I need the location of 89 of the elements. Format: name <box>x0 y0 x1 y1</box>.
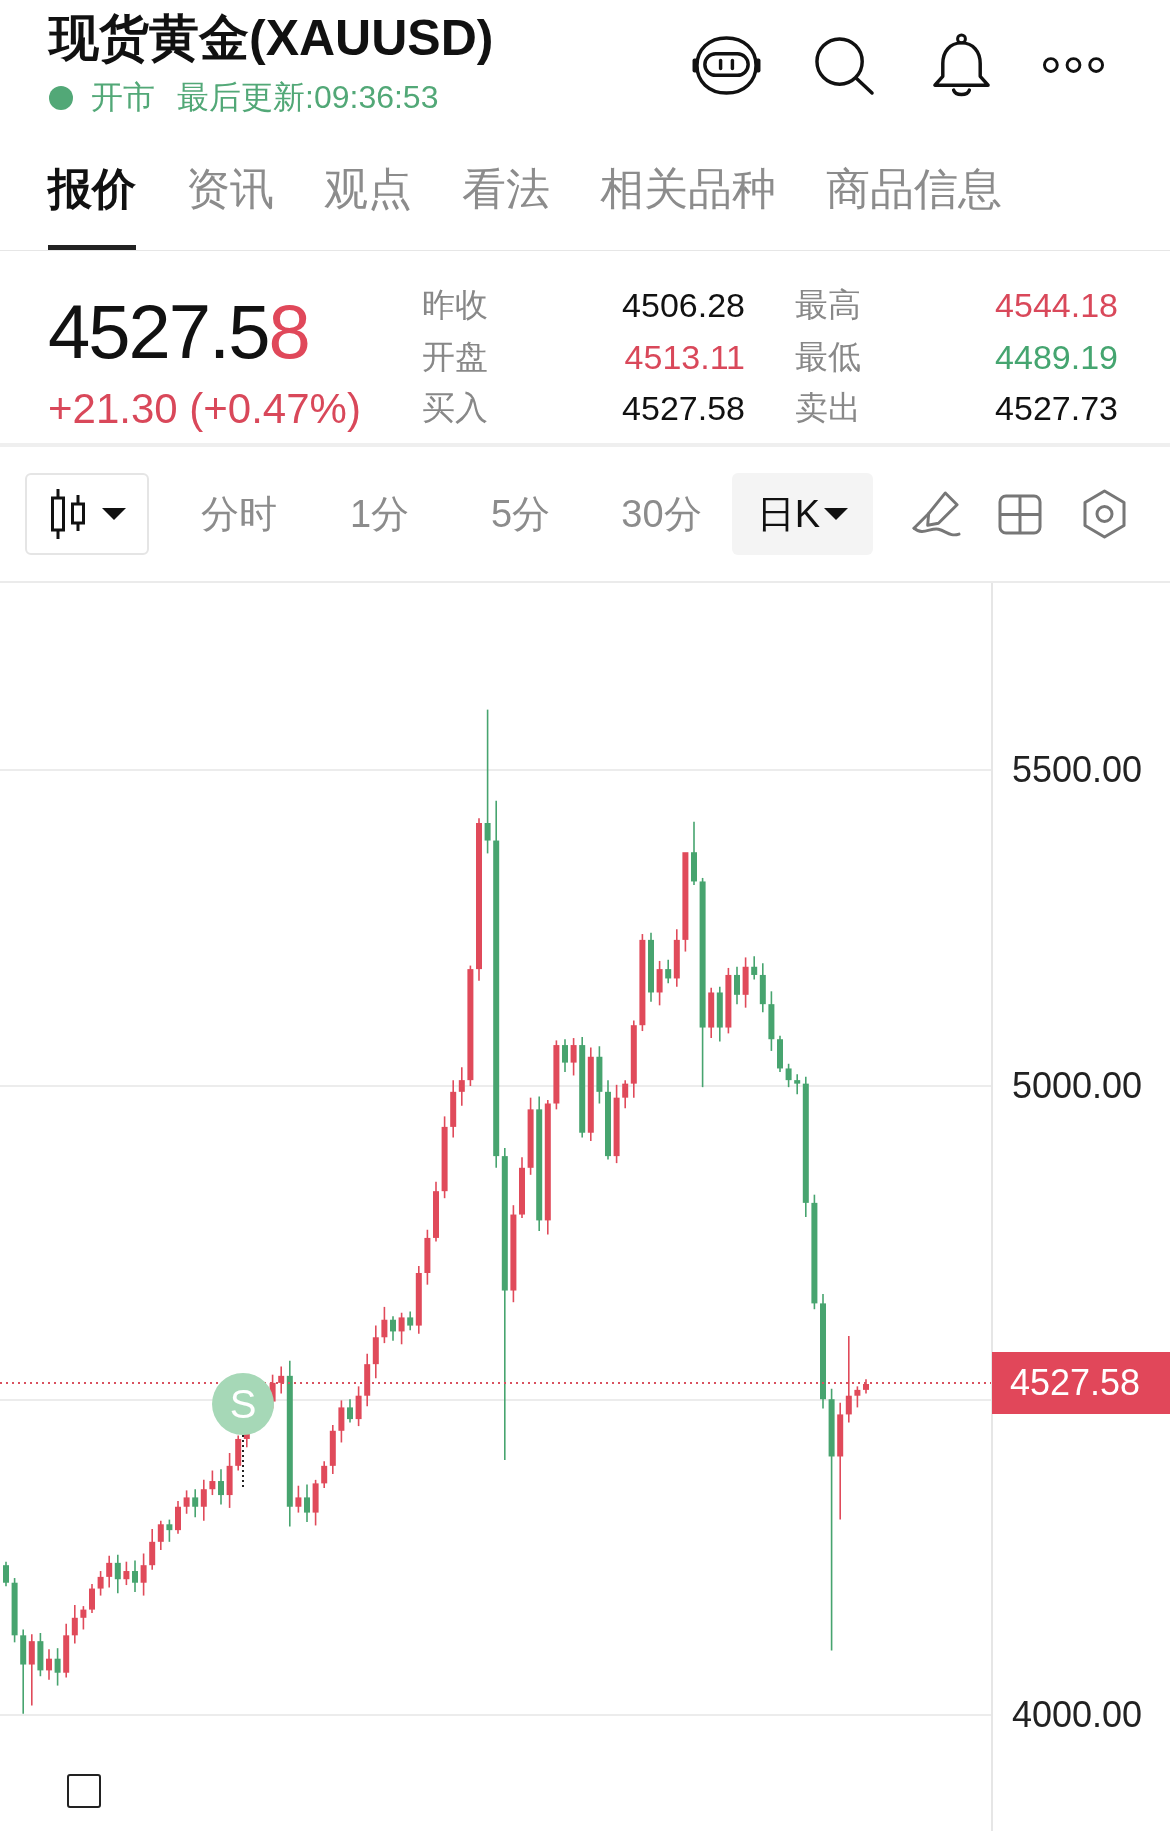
stat-value: 4527.73 <box>995 389 1118 429</box>
search-icon[interactable] <box>813 34 876 96</box>
candle <box>218 1468 224 1506</box>
stat-value: 4506.28 <box>622 286 745 326</box>
square-icon[interactable] <box>67 1774 101 1808</box>
candle <box>166 1518 173 1543</box>
grid-icon[interactable] <box>998 493 1042 535</box>
section-tab[interactable]: 商品信息 <box>826 130 1002 250</box>
candle <box>295 1484 302 1514</box>
section-tab[interactable]: 资讯 <box>186 130 274 250</box>
period-tab[interactable]: 日K <box>732 473 873 555</box>
candle <box>226 1452 233 1509</box>
candle <box>54 1647 61 1687</box>
section-tab[interactable]: 观点 <box>324 130 412 250</box>
candle <box>519 1156 525 1219</box>
stat-label: 买入 <box>422 388 488 429</box>
axis-label: 5000.00 <box>1012 1065 1143 1107</box>
candle <box>381 1306 388 1344</box>
candle <box>132 1559 138 1593</box>
stat-label: 最低 <box>795 336 861 377</box>
drawing-tool-icon[interactable] <box>911 489 962 539</box>
candle <box>742 956 749 1009</box>
candle <box>175 1500 181 1535</box>
candle <box>123 1560 130 1586</box>
current-price-tag: 4527.58 <box>992 1352 1170 1414</box>
period-tab[interactable]: 5分 <box>450 473 591 555</box>
candle <box>691 821 697 886</box>
price-change: +21.30 (+0.47%) <box>48 386 361 432</box>
candle <box>140 1552 147 1597</box>
axis-label: 4000.00 <box>1012 1694 1143 1736</box>
candle <box>777 1034 783 1073</box>
candle <box>3 1560 9 1588</box>
candle <box>183 1489 190 1515</box>
candle <box>656 960 663 1007</box>
candle <box>424 1228 431 1286</box>
stat-value: 4527.58 <box>622 389 745 429</box>
period-tab[interactable]: 1分 <box>309 473 450 555</box>
candle <box>768 990 775 1052</box>
candle <box>390 1315 396 1342</box>
candle <box>209 1469 216 1496</box>
candle <box>89 1583 95 1614</box>
stat-value: 4544.18 <box>995 286 1118 326</box>
stat-label: 开盘 <box>422 336 488 377</box>
last-update-time: 最后更新:09:36:53 <box>177 78 439 117</box>
candle <box>570 1037 577 1077</box>
candle <box>785 1063 792 1088</box>
stat-label: 最高 <box>795 285 861 326</box>
caret-icon <box>102 508 126 520</box>
robot-icon[interactable] <box>691 33 762 97</box>
candle <box>338 1399 345 1444</box>
candle <box>80 1605 87 1631</box>
signal-marker: S <box>212 1373 274 1435</box>
candle <box>37 1632 44 1678</box>
section-tab[interactable]: 看法 <box>462 130 550 250</box>
candle <box>398 1311 405 1346</box>
candle <box>46 1648 52 1681</box>
candle <box>312 1479 319 1527</box>
candle <box>725 967 732 1035</box>
stat-value: 4513.11 <box>624 337 745 377</box>
more-icon[interactable] <box>1042 56 1105 74</box>
candle <box>97 1570 104 1597</box>
stat-value: 4489.19 <box>995 337 1118 377</box>
candle <box>648 932 654 1003</box>
period-tab[interactable]: 30分 <box>591 473 732 555</box>
candle <box>433 1181 439 1243</box>
candle <box>734 965 740 1005</box>
section-tab[interactable]: 相关品种 <box>600 130 776 250</box>
chart-type-button[interactable] <box>25 473 149 555</box>
bell-icon[interactable] <box>930 32 993 98</box>
caret-icon <box>824 508 849 520</box>
candle <box>11 1577 18 1644</box>
candle <box>355 1385 362 1427</box>
candle <box>553 1039 560 1111</box>
candlestick-icon <box>48 488 88 540</box>
settings-icon[interactable] <box>1083 489 1126 539</box>
stat-label: 昨收 <box>422 285 488 326</box>
axis-label: 5500.00 <box>1012 749 1143 791</box>
candle <box>854 1385 861 1409</box>
candle <box>863 1378 869 1395</box>
candle <box>304 1483 310 1523</box>
stat-label: 卖出 <box>795 388 861 429</box>
page-title: 现货黄金(XAUUSD) <box>49 10 494 66</box>
candle <box>562 1038 568 1073</box>
market-status: 开市 <box>91 78 155 117</box>
price-value: 4527.58 <box>48 292 309 372</box>
candle <box>347 1398 353 1424</box>
section-tab[interactable]: 报价 <box>48 130 136 250</box>
candle <box>596 1045 603 1105</box>
period-tab[interactable]: 分时 <box>168 473 309 555</box>
